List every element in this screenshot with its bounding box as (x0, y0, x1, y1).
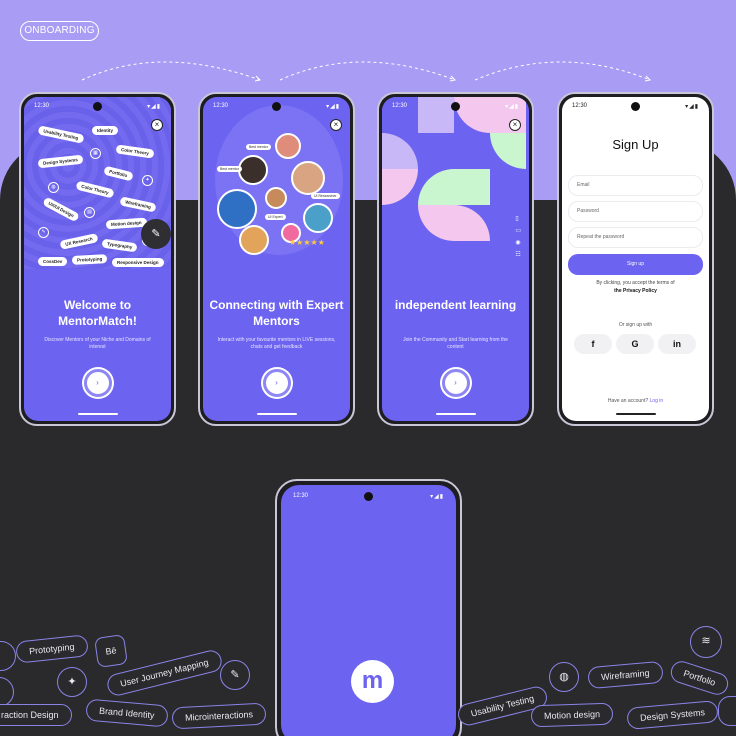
app-logo: m (351, 660, 394, 703)
screen-description: Discover Mentors of your Niche and Domai… (44, 337, 151, 350)
password-field[interactable]: Password (568, 201, 703, 222)
repeat-password-field[interactable]: Repeat the password (568, 227, 703, 248)
chip: Identity (92, 126, 119, 135)
have-account: Have an account? Log in (562, 398, 709, 404)
skill-pill: Motion design (530, 702, 614, 728)
status-time: 12:30 (392, 103, 408, 109)
screen-title: Welcome to MentorMatch! (58, 298, 137, 328)
mentor-avatar (239, 225, 269, 255)
chip: Prototyping (71, 254, 108, 265)
circle-icon (718, 696, 736, 726)
status-time: 12:30 (293, 493, 309, 499)
bulb-icon: ✦ (142, 175, 153, 186)
bulb-icon: ✦ (57, 667, 87, 697)
home-indicator (77, 413, 118, 415)
status-time: 12:30 (34, 103, 50, 109)
stack-icon: ≋ (690, 626, 722, 658)
terms-label: By clicking, you accept the terms of (596, 280, 675, 286)
or-label: Or sign up with (618, 322, 653, 328)
signup-title: Sign Up (612, 137, 659, 152)
phone-splash: 12:30 ▾◢▮ m (275, 479, 462, 736)
chip: CossDev (38, 257, 68, 266)
close-icon[interactable]: × (151, 119, 163, 131)
mentor-tag: UI Researcher (311, 193, 340, 199)
brush-icon: ✎ (220, 660, 250, 690)
mentor-avatar (265, 187, 287, 209)
camera (631, 102, 640, 111)
signup-button[interactable]: Sign up (568, 254, 703, 275)
next-button[interactable]: › (441, 369, 470, 397)
edit-fab-icon[interactable]: ✎ (141, 219, 171, 249)
next-button[interactable]: › (83, 369, 112, 397)
mentor-tag: Best mentor (246, 144, 271, 150)
phone-learning: 12:30 ▾◢▮ × ▯ ▭ ◉ ☷ independent learning… (377, 92, 534, 426)
login-link[interactable]: Log in (650, 398, 664, 404)
next-button[interactable]: › (262, 369, 291, 397)
mentor-avatar (217, 189, 257, 229)
skill-pill: raction Design (0, 704, 72, 726)
signal-icons: ▾◢▮ (147, 104, 161, 110)
screen-learning: 12:30 ▾◢▮ × ▯ ▭ ◉ ☷ independent learning… (382, 97, 529, 421)
camera (364, 492, 373, 501)
side-actions: ▯ ▭ ◉ ☷ (515, 215, 521, 258)
facebook-button[interactable]: f (574, 334, 612, 354)
google-button[interactable]: G (616, 334, 654, 354)
camera (272, 102, 281, 111)
geometric-pattern (382, 97, 529, 249)
screen-signup: 12:30 ▾◢▮ Sign Up Email Password Repeat t… (562, 97, 709, 421)
mentor-tag: UI Expert (265, 214, 286, 220)
menu-icon[interactable]: ☷ (515, 251, 521, 258)
have-account-label: Have an account? (607, 398, 649, 404)
flow-arrows (81, 61, 652, 82)
screen-splash: 12:30 ▾◢▮ m (281, 485, 456, 736)
email-field[interactable]: Email (568, 175, 703, 196)
close-icon[interactable]: × (330, 119, 342, 131)
screen-description: Interact with your favourite mentors in … (217, 337, 336, 350)
layout-icon: ▦ (90, 148, 101, 159)
dribbble-icon: ◍ (48, 182, 59, 193)
signal-icons: ▾◢▮ (505, 104, 519, 110)
phone-mentors: 12:30 ▾◢▮ × Best mentor Best mentor UI Re… (198, 92, 355, 426)
mentor-tag: Best mentor (217, 166, 242, 172)
phone-welcome: 12:30 ▾◢▮ × Usability Testing Identity Co… (19, 92, 176, 426)
bookmark-icon[interactable]: ▯ (515, 215, 521, 222)
pen-icon: ✎ (38, 227, 49, 238)
grid-icon: ▤ (84, 207, 95, 218)
signal-icons: ▾◢▮ (430, 494, 444, 500)
mentor-avatar (303, 203, 333, 233)
signal-icons: ▾◢▮ (326, 104, 340, 110)
mentor-avatar (291, 161, 325, 195)
logo-letter: m (361, 667, 384, 694)
phone-signup: 12:30 ▾◢▮ Sign Up Email Password Repeat t… (557, 92, 714, 426)
screen-welcome: 12:30 ▾◢▮ × Usability Testing Identity Co… (24, 97, 171, 421)
screen-title: independent learning (394, 298, 517, 312)
behance-icon: Bē (94, 634, 128, 668)
home-indicator (435, 413, 476, 415)
onboarding-badge: ONBOARDING (20, 21, 99, 41)
privacy-policy-link[interactable]: the Privacy Policy (614, 288, 657, 294)
mentor-avatar (275, 133, 301, 159)
status-time: 12:30 (213, 103, 229, 109)
camera (93, 102, 102, 111)
rating-stars: ★★★★★ (289, 238, 325, 247)
terms-text: By clicking, you accept the terms of the… (572, 279, 699, 295)
home-indicator (615, 413, 656, 415)
dribbble-icon: ◍ (549, 662, 579, 692)
chip: Responsive Design (112, 258, 164, 267)
screen-description: Join the Community and Start learning fr… (403, 337, 508, 350)
status-time: 12:30 (572, 103, 588, 109)
camera (451, 102, 460, 111)
home-indicator (256, 413, 297, 415)
screen-title: Connecting with Expert Mentors (209, 298, 344, 328)
chat-icon[interactable]: ▭ (515, 227, 521, 234)
close-icon[interactable]: × (509, 119, 521, 131)
linkedin-button[interactable]: in (658, 334, 696, 354)
screen-mentors: 12:30 ▾◢▮ × Best mentor Best mentor UI Re… (203, 97, 350, 421)
signal-icons: ▾◢▮ (685, 104, 699, 110)
eye-icon[interactable]: ◉ (515, 239, 521, 246)
mentor-avatar (238, 155, 268, 185)
